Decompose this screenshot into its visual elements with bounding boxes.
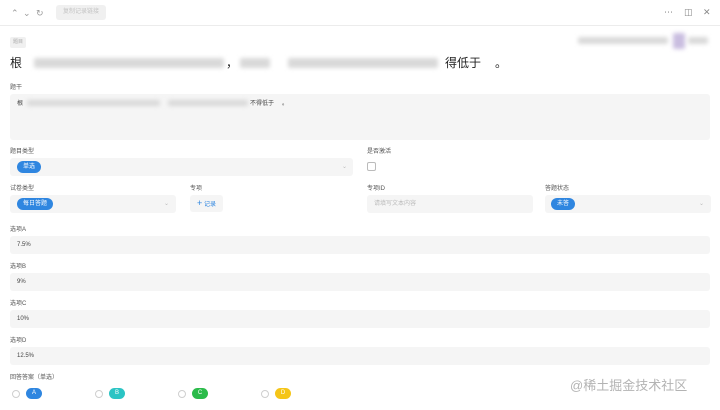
answer-c-radio[interactable]: [178, 390, 186, 398]
answer-d-radio[interactable]: [261, 390, 269, 398]
redacted-title-1: [34, 58, 224, 68]
redacted-avatar: [673, 33, 685, 49]
record-title-end: 得低于: [445, 56, 482, 70]
stem-text-start: 根: [17, 101, 24, 107]
redacted-title-3: [288, 58, 438, 68]
close-icon[interactable]: ✕: [703, 6, 711, 18]
answer-a-chip: A: [26, 388, 42, 399]
paper-type-chip: 每日答题: [17, 198, 54, 210]
record-tag: 题目: [10, 37, 27, 48]
option-c-value: 10%: [17, 316, 30, 322]
copy-record-link-button[interactable]: 复制记录链接: [56, 5, 107, 20]
option-b-label: 选项B: [10, 264, 27, 270]
redacted-meta: [578, 37, 668, 44]
chevron-up-icon[interactable]: ⌃: [11, 7, 19, 19]
add-record-button[interactable]: + 记录: [190, 195, 223, 212]
side-panel-icon[interactable]: ◫: [684, 6, 693, 18]
option-b-field[interactable]: [10, 273, 710, 291]
option-c-field[interactable]: [10, 310, 710, 328]
redacted-stem-1: [27, 100, 160, 106]
stem-label: 题干: [10, 85, 23, 91]
topic-label: 专项: [190, 186, 203, 192]
answer-a-radio[interactable]: [12, 390, 20, 398]
is-active-label: 是否激活: [367, 149, 392, 155]
redacted-title-2: [240, 58, 270, 68]
redacted-meta-2: [688, 37, 708, 44]
option-d-label: 选项D: [10, 338, 27, 344]
answer-b-radio[interactable]: [95, 390, 103, 398]
option-c-label: 选项C: [10, 301, 27, 307]
option-d-value: 12.5%: [17, 353, 35, 359]
stem-text-tail: 。: [282, 101, 289, 107]
option-b-value: 9%: [17, 279, 26, 285]
topic-id-label: 专项ID: [367, 186, 386, 192]
answer-c-chip: C: [192, 388, 208, 399]
answer-status-label: 答题状态: [545, 186, 570, 192]
more-icon[interactable]: ⋯: [664, 6, 673, 18]
refresh-icon[interactable]: ↻: [36, 7, 44, 19]
record-title-mid: ，: [226, 56, 239, 70]
option-a-label: 选项A: [10, 227, 27, 233]
chevron-down-icon: ⌄: [699, 201, 705, 207]
topic-id-placeholder: 请填写文本内容: [374, 201, 417, 207]
option-d-field[interactable]: [10, 347, 710, 365]
answer-b-chip: B: [109, 388, 125, 399]
answer-label: 回答答案（单选）: [10, 375, 59, 381]
question-type-chip: 单选: [17, 161, 42, 173]
toolbar: ⌃ ⌄ ↻ 复制记录链接 ⋯ ◫ ✕: [0, 0, 720, 26]
question-type-select[interactable]: [10, 158, 353, 176]
watermark: @稀土掘金技术社区: [570, 378, 688, 393]
is-active-checkbox[interactable]: [367, 162, 376, 171]
answer-d-chip: D: [275, 388, 291, 399]
chevron-down-icon: ⌄: [164, 201, 170, 207]
chevron-down-icon: ⌄: [342, 164, 348, 170]
option-a-value: 7.5%: [17, 242, 31, 248]
add-record-label: 记录: [203, 202, 216, 208]
paper-type-label: 试卷类型: [10, 186, 35, 192]
option-a-field[interactable]: [10, 236, 710, 254]
record-title-tail: 。: [495, 56, 508, 70]
stem-text-end: 不得低于: [250, 101, 275, 107]
question-type-label: 题目类型: [10, 149, 35, 155]
answer-status-chip: 未答: [551, 198, 576, 210]
redacted-stem-2: [168, 100, 248, 106]
chevron-down-icon[interactable]: ⌄: [23, 7, 31, 19]
